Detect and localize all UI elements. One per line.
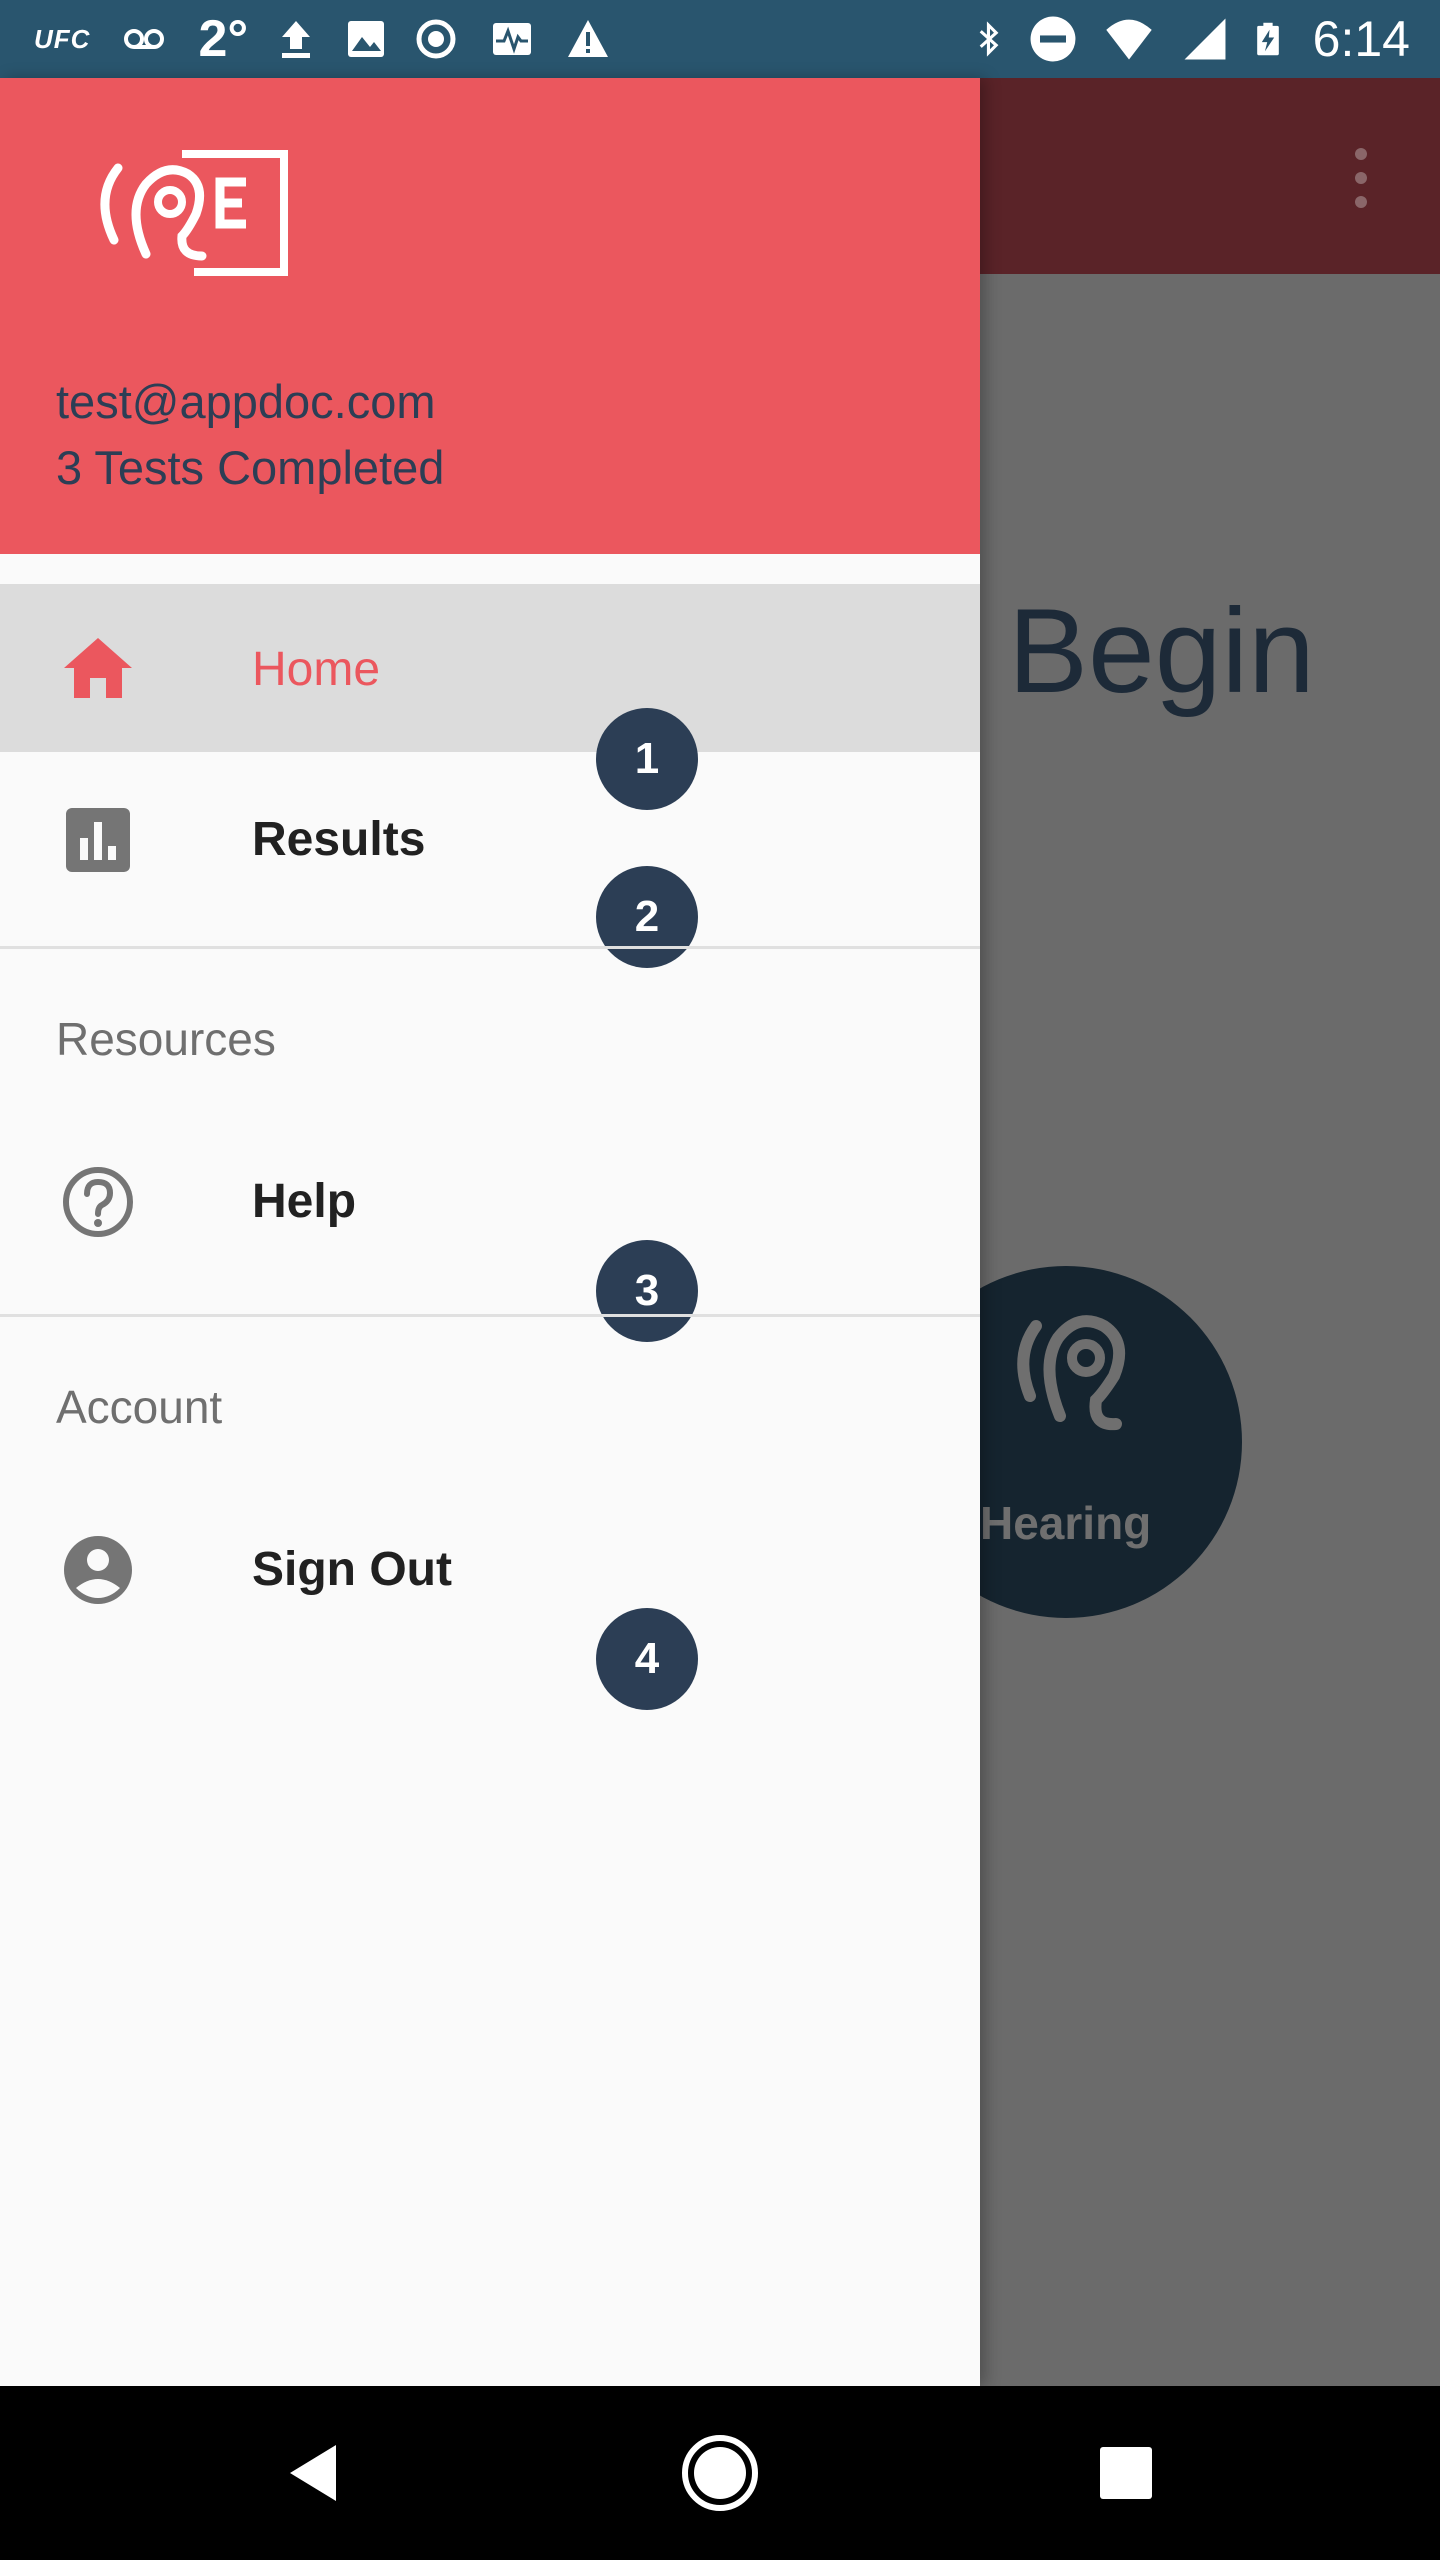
activity-icon [493,23,532,55]
bar-chart-icon [66,808,130,872]
divider [0,946,980,949]
hearing-label: Hearing [980,1497,1152,1549]
drawer-item-home[interactable]: Home 1 [0,584,980,810]
wifi-icon [1105,19,1152,60]
drawer-item-label: Home [252,643,381,696]
app-logo-icon [100,150,288,276]
image-icon [348,21,385,57]
upload-icon [282,21,311,58]
section-header-account: Account [56,1381,223,1433]
clock-text: 6:14 [1312,11,1410,67]
step-badge: 2 [596,866,698,968]
cell-signal-icon [1184,18,1226,60]
account-circle-icon [64,1536,132,1604]
drawer-item-label: Results [252,813,426,866]
do-not-disturb-icon [1030,16,1076,62]
ear-icon [1017,1315,1126,1431]
step-badge: 4 [596,1608,698,1710]
battery-charging-icon [1256,22,1279,56]
navigation-drawer: test@appdoc.com 3 Tests Completed Home 1… [0,78,980,2386]
back-triangle-icon [290,2445,336,2501]
drawer-item-sign-out[interactable]: Sign Out 4 [0,1484,980,1710]
warning-icon [568,20,609,57]
bluetooth-icon [979,21,999,57]
tests-completed-count: 3 Tests Completed [56,441,445,494]
home-button[interactable] [650,2386,790,2560]
status-bar: UFC 2° 6:14 [0,0,1440,78]
divider [0,1314,980,1317]
home-icon [64,638,132,698]
begin-heading: Begin [1008,584,1315,718]
drawer-header: test@appdoc.com 3 Tests Completed [0,78,980,554]
system-navigation-bar [0,2386,1440,2560]
voicemail-icon [124,29,165,49]
home-circle-icon [682,2435,758,2511]
recents-button[interactable] [1056,2386,1196,2560]
drawer-item-help[interactable]: Help 3 [0,1116,980,1342]
radio-button-icon [416,19,456,59]
recents-square-icon [1100,2447,1152,2499]
section-header-resources: Resources [56,1013,276,1065]
carrier-text: UFC [34,23,91,54]
back-button[interactable] [244,2386,384,2560]
overflow-menu-icon[interactable] [1346,148,1376,208]
user-email: test@appdoc.com [56,375,436,428]
help-circle-icon [63,1167,133,1237]
drawer-item-results[interactable]: Results 2 [0,752,980,968]
drawer-item-label: Help [252,1175,357,1228]
step-badge: 3 [596,1240,698,1342]
temperature-text: 2° [198,10,249,68]
drawer-item-label: Sign Out [252,1543,452,1596]
